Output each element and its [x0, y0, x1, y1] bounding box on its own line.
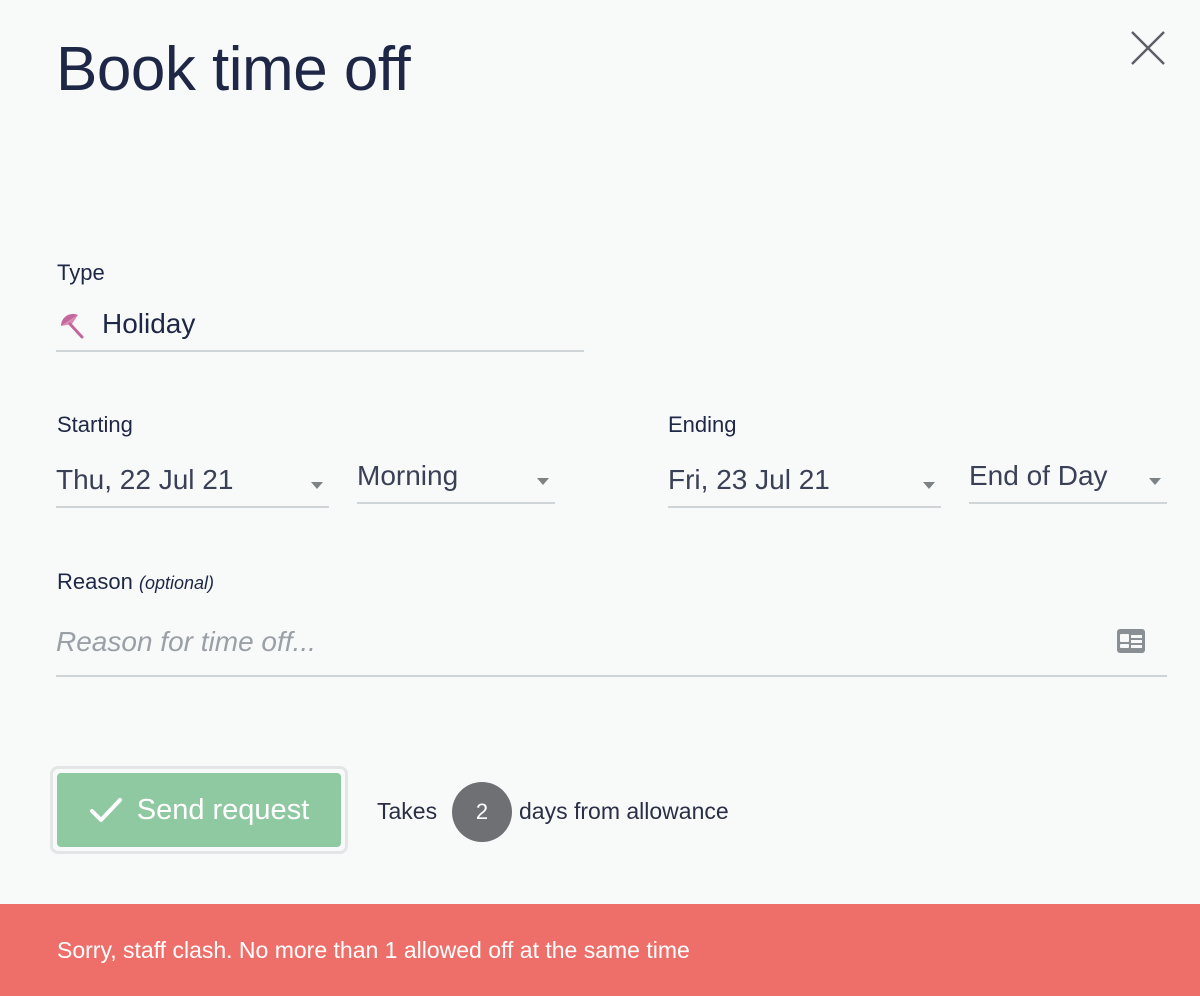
end-date-value: Fri, 23 Jul 21	[668, 464, 830, 495]
end-date-select[interactable]: Fri, 23 Jul 21	[668, 456, 941, 508]
send-request-button[interactable]: Send request	[57, 773, 341, 847]
end-part-select[interactable]: End of Day	[969, 452, 1167, 504]
close-icon[interactable]	[1128, 28, 1168, 68]
start-date-value: Thu, 22 Jul 21	[56, 464, 234, 495]
type-label: Type	[57, 260, 105, 285]
chevron-down-icon	[537, 478, 549, 485]
check-icon	[89, 798, 122, 822]
starting-label: Starting	[57, 412, 133, 437]
start-date-select[interactable]: Thu, 22 Jul 21	[56, 456, 329, 508]
type-value: Holiday	[102, 308, 196, 339]
reason-underline	[56, 675, 1167, 677]
takes-suffix: days from allowance	[519, 798, 729, 824]
chevron-down-icon	[923, 482, 935, 489]
reason-label: Reason (optional)	[57, 569, 214, 595]
start-part-value: Morning	[357, 460, 459, 491]
reason-optional-note: (optional)	[138, 573, 215, 593]
reason-label-text: Reason	[57, 569, 133, 594]
send-button-focus-ring: Send request	[50, 766, 348, 854]
error-banner: Sorry, staff clash. No more than 1 allow…	[0, 904, 1200, 996]
start-part-select[interactable]: Morning	[357, 452, 555, 504]
reason-input[interactable]	[56, 614, 1096, 670]
days-count-badge: 2	[452, 782, 512, 842]
takes-prefix: Takes	[377, 798, 438, 824]
umbrella-icon	[60, 313, 84, 339]
type-underline	[56, 350, 584, 352]
send-request-label: Send request	[136, 793, 310, 826]
dialog-title: Book time off	[56, 35, 411, 104]
chevron-down-icon	[1149, 478, 1161, 485]
contact-card-icon[interactable]	[1116, 628, 1146, 654]
error-message: Sorry, staff clash. No more than 1 allow…	[57, 936, 690, 963]
ending-label: Ending	[668, 412, 737, 437]
end-part-value: End of Day	[969, 460, 1108, 491]
chevron-down-icon	[311, 482, 323, 489]
